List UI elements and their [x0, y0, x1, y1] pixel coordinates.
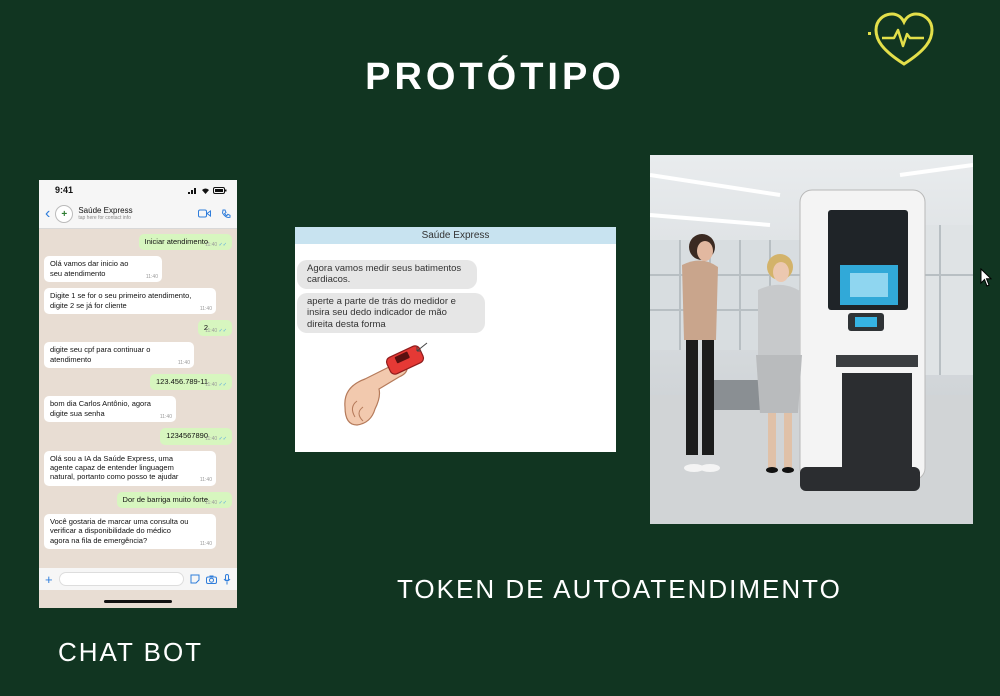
- read-check-icon: ✓✓: [218, 436, 227, 443]
- self-service-kiosk-photo: [650, 155, 973, 524]
- message-text: Você gostaria de marcar uma consulta ou …: [50, 517, 189, 545]
- message-text: Dor de barriga muito forte: [122, 494, 208, 504]
- caption-token: TOKEN DE AUTOATENDIMENTO: [397, 574, 842, 604]
- message-incoming: Olá sou a IA da Saúde Express, uma agent…: [44, 450, 216, 486]
- measure-bubble-2: aperte a parte de trás do medidor e insi…: [297, 293, 485, 334]
- message-text: bom dia Carlos Antônio, agora digite sua…: [50, 399, 151, 418]
- message-time: 11:40: [205, 242, 218, 249]
- pulse-oximeter-finger-illustration: [344, 342, 428, 426]
- chat-header: ‹ + Saúde Express tap here for contact i…: [39, 200, 237, 229]
- message-time: 11:40: [199, 477, 212, 484]
- message-time: 11:40: [205, 328, 218, 334]
- phone-call-icon[interactable]: [221, 209, 231, 219]
- message-text: 123.456.789-11: [156, 377, 208, 386]
- battery-icon: [213, 186, 227, 194]
- message-incoming: digite seu cpf para continuar o atendime…: [44, 342, 194, 368]
- message-text: 1234567890: [166, 431, 208, 441]
- message-time: 11:40: [159, 413, 172, 420]
- message-outgoing: 123.456.789-11 11:40 ✓✓: [150, 374, 232, 391]
- wifi-icon: [202, 188, 209, 194]
- read-check-icon: ✓✓: [218, 328, 227, 334]
- message-incoming: Você gostaria de marcar uma consulta ou …: [44, 514, 216, 550]
- message-list: Iniciar atendimento 11:40 ✓✓ Olá vamos da…: [39, 229, 237, 560]
- message-time: 11:40: [199, 540, 212, 547]
- heart-rate-measure-screenshot: Saúde Express Agora vamos medir seus bat…: [295, 227, 616, 452]
- message-text: Digite 1 se for o seu primeiro atendimen…: [50, 291, 192, 310]
- measure-header: Saúde Express: [295, 227, 616, 244]
- message-text: digite seu cpf para continuar o atendime…: [50, 345, 151, 364]
- signal-icon: [188, 187, 196, 194]
- home-indicator: [104, 600, 172, 603]
- message-time: 11:40: [205, 436, 218, 443]
- message-text: Iniciar atendimento: [144, 237, 208, 246]
- message-time: 11:40: [145, 273, 158, 280]
- message-input[interactable]: [58, 572, 184, 586]
- read-check-icon: ✓✓: [218, 499, 227, 506]
- chatbot-phone-screenshot: 9:41 ‹ + Saúde Express tap here for cont…: [39, 180, 237, 608]
- message-incoming: Olá vamos dar inicio ao seu atendimento 1…: [44, 256, 162, 283]
- message-text: Olá sou a IA da Saúde Express, uma agent…: [50, 453, 179, 482]
- sticker-icon[interactable]: [190, 574, 200, 584]
- message-incoming: Digite 1 se for o seu primeiro atendimen…: [44, 288, 216, 314]
- heart-pulse-icon: [868, 12, 934, 66]
- contact-subtitle: tap here for contact info: [78, 214, 131, 221]
- mouse-cursor-icon: [980, 268, 993, 287]
- status-time: 9:41: [55, 185, 74, 195]
- message-outgoing: Dor de barriga muito forte 11:40 ✓✓: [116, 491, 232, 508]
- status-bar: 9:41: [39, 180, 237, 200]
- contact-avatar[interactable]: +: [55, 205, 74, 223]
- attach-plus-icon[interactable]: +: [45, 572, 53, 587]
- message-time: 11:40: [205, 499, 218, 506]
- measure-bubble-1: Agora vamos medir seus batimentos cardia…: [297, 260, 477, 289]
- message-time: 11:40: [199, 305, 212, 312]
- back-arrow-icon[interactable]: ‹: [45, 206, 50, 222]
- microphone-icon[interactable]: [223, 573, 231, 585]
- message-outgoing: Iniciar atendimento 11:40 ✓✓: [138, 234, 232, 251]
- caption-chatbot: CHAT BOT: [58, 637, 204, 667]
- message-time: 11:40: [177, 359, 190, 366]
- read-check-icon: ✓✓: [218, 242, 227, 249]
- camera-icon[interactable]: [206, 575, 217, 584]
- read-check-icon: ✓✓: [218, 382, 227, 389]
- video-call-icon[interactable]: [198, 209, 211, 218]
- contact-info[interactable]: Saúde Express tap here for contact info: [78, 206, 193, 221]
- message-time: 11:40: [205, 382, 218, 389]
- message-outgoing: 2 11:40 ✓✓: [197, 319, 232, 337]
- slide-title: PROTÓTIPO: [365, 56, 625, 98]
- message-text: Olá vamos dar inicio ao seu atendimento: [50, 259, 129, 278]
- message-outgoing: 1234567890 11:40 ✓✓: [160, 428, 232, 445]
- message-input-bar: +: [39, 568, 237, 590]
- message-incoming: bom dia Carlos Antônio, agora digite sua…: [44, 396, 176, 423]
